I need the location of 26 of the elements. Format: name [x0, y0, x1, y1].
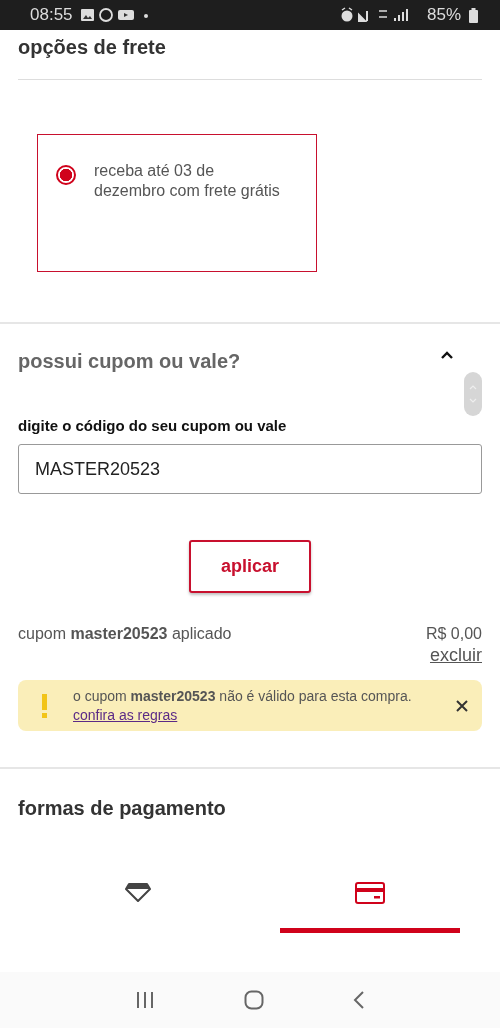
apply-button[interactable]: aplicar — [189, 540, 311, 593]
radio-button[interactable] — [56, 165, 76, 185]
close-icon[interactable] — [456, 699, 468, 712]
section-title: opções de frete — [18, 35, 166, 59]
warning-icon — [42, 693, 47, 718]
section-title: formas de pagamento — [18, 796, 226, 820]
home-icon[interactable] — [244, 990, 264, 1010]
scroll-handle[interactable] — [464, 372, 482, 416]
recent-apps-icon[interactable] — [134, 991, 155, 1009]
alert-message: o cupom master20523 não é válido para esta compra. — [73, 688, 413, 704]
applied-coupon-text: cupom master20523 aplicado — [18, 625, 232, 644]
clock-time: 08:55 — [30, 5, 73, 25]
back-icon[interactable] — [353, 990, 366, 1010]
battery-level: 85% — [426, 5, 461, 25]
payment-tab[interactable] — [280, 882, 460, 933]
battery-icon — [469, 7, 478, 23]
remove-link[interactable]: excluir — [430, 645, 482, 666]
section-title: possui cupom ou vale? — [18, 350, 241, 373]
field-label: digite o código do seu cupom ou vale — [18, 417, 288, 434]
shipping-option[interactable]: receba até 03 de dezembro com frete grátis — [37, 134, 317, 272]
rules-link[interactable]: confira as regras — [73, 707, 178, 723]
diamond-icon — [125, 882, 151, 902]
discount-value: R$ 0,00 — [425, 625, 482, 643]
credit-card-icon — [355, 882, 385, 904]
chevron-up-icon[interactable] — [440, 351, 454, 360]
coupon-input-field[interactable]: MASTER20523 — [18, 444, 482, 494]
